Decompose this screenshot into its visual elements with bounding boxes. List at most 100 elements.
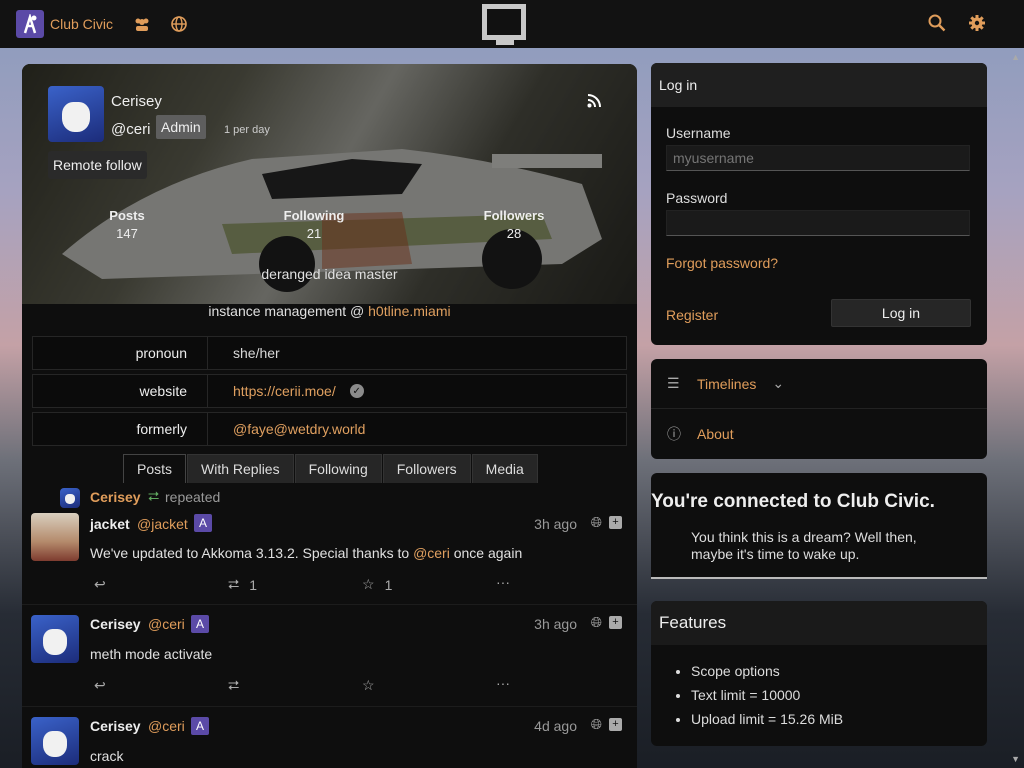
field-link[interactable]: @faye@wetdry.world	[233, 421, 365, 437]
reply-icon[interactable]: ↩	[94, 576, 106, 593]
favorite-button[interactable]: ☆ 1	[362, 576, 392, 593]
profile-display-name[interactable]: Cerisey	[111, 93, 162, 110]
users-icon[interactable]	[133, 17, 151, 31]
repeat-icon: ⮂	[148, 488, 160, 504]
password-input[interactable]	[666, 210, 970, 236]
expand-icon[interactable]: +	[609, 516, 622, 529]
chevron-down-icon: ⌄	[772, 375, 785, 391]
stat-label: Following	[283, 208, 345, 223]
password-label: Password	[666, 190, 728, 206]
instance-logo-icon[interactable]	[480, 2, 528, 46]
site-name-link[interactable]: Club Civic	[50, 16, 113, 32]
scroll-up-icon[interactable]: ▲	[1011, 52, 1020, 62]
post-author-name[interactable]: Cerisey	[90, 616, 141, 632]
username-input[interactable]	[666, 145, 970, 171]
info-icon: ⓘ	[667, 426, 681, 442]
post-item[interactable]: Cerisey @ceri A 4d ago 🌐︎ + crack	[22, 708, 637, 768]
top-bar: Club Civic	[0, 0, 1024, 48]
user-profile-panel: Cerisey @ceri Admin 1 per day Remote fol…	[22, 64, 637, 768]
repeat-icon: ⮂	[228, 576, 240, 592]
post-time[interactable]: 4d ago	[534, 718, 577, 734]
bio-link[interactable]: h0tline.miami	[368, 303, 450, 319]
feature-item: Upload limit = 15.26 MiB	[691, 707, 987, 731]
search-icon[interactable]	[928, 14, 946, 32]
rss-icon[interactable]	[587, 94, 601, 111]
stat-value: 147	[116, 226, 138, 241]
profile-avatar[interactable]	[48, 86, 104, 142]
tab-following[interactable]: Following	[294, 454, 382, 483]
forgot-password-link[interactable]: Forgot password?	[666, 255, 778, 271]
verified-check-icon: ✓	[349, 384, 364, 398]
post-author-handle[interactable]: @ceri	[148, 718, 185, 734]
stat-followers[interactable]: Followers 28	[469, 208, 559, 241]
features-panel: Features Scope options Text limit = 1000…	[651, 601, 987, 746]
site-logo[interactable]	[16, 10, 44, 38]
post-author-handle[interactable]: @jacket	[137, 516, 188, 532]
post-avatar[interactable]	[31, 717, 79, 765]
profile-field: website https://cerii.moe/ ✓	[32, 374, 627, 408]
akkoma-logo-icon	[23, 14, 37, 34]
mention-link[interactable]: @ceri	[413, 545, 450, 561]
visibility-globe-icon: 🌐︎	[590, 614, 602, 630]
nav-timelines-label: Timelines	[697, 375, 757, 392]
star-icon: ☆	[362, 576, 375, 592]
post-time[interactable]: 3h ago	[534, 516, 577, 532]
field-name: pronoun	[33, 337, 208, 369]
stat-following[interactable]: Following 21	[269, 208, 359, 241]
login-panel: Log in Username Password Forgot password…	[651, 63, 987, 345]
feature-item: Text limit = 10000	[691, 683, 987, 707]
repeater-avatar[interactable]	[60, 488, 80, 508]
nav-about-label: About	[697, 426, 734, 442]
expand-icon[interactable]: +	[609, 616, 622, 629]
visibility-globe-icon: 🌐︎	[590, 716, 602, 732]
repeat-text: repeated	[165, 489, 221, 505]
post-avatar[interactable]	[31, 615, 79, 663]
repeater-name[interactable]: Cerisey	[90, 489, 141, 505]
stat-posts[interactable]: Posts 147	[82, 208, 172, 241]
post-item[interactable]: Cerisey ⮂ repeated jacket @jacket A 3h a…	[22, 484, 637, 605]
tab-posts[interactable]: Posts	[123, 454, 187, 483]
post-content: crack	[90, 748, 124, 764]
login-title: Log in	[651, 63, 987, 107]
nav-about[interactable]: ⓘ About	[651, 409, 987, 459]
post-author-name[interactable]: jacket	[90, 516, 130, 532]
login-button[interactable]: Log in	[831, 299, 971, 327]
post-author-name[interactable]: Cerisey	[90, 718, 141, 734]
bot-badge-icon: A	[191, 717, 209, 735]
repeat-button[interactable]: ⮂ 1	[228, 576, 257, 593]
tab-followers[interactable]: Followers	[382, 454, 471, 483]
post-author-handle[interactable]: @ceri	[148, 616, 185, 632]
list-icon: ☰	[667, 375, 680, 391]
more-options-icon[interactable]: ···	[496, 675, 510, 691]
page-scrollbar[interactable]: ▲ ▼	[1006, 48, 1024, 768]
expand-icon[interactable]: +	[609, 718, 622, 731]
post-item[interactable]: Cerisey @ceri A 3h ago 🌐︎ + meth mode ac…	[22, 606, 637, 707]
features-list: Scope options Text limit = 10000 Upload …	[651, 645, 987, 731]
post-content: We've updated to Akkoma 3.13.2. Special …	[90, 545, 523, 561]
scroll-down-icon[interactable]: ▼	[1011, 754, 1020, 764]
instance-description: You think this is a dream? Well then, ma…	[691, 529, 917, 562]
field-value: she/her	[233, 345, 280, 361]
profile-handle[interactable]: @ceri	[111, 121, 150, 138]
username-label: Username	[666, 125, 731, 141]
remote-follow-button[interactable]: Remote follow	[48, 151, 147, 179]
repeat-icon[interactable]: ⮂	[228, 677, 239, 694]
stat-label: Posts	[109, 208, 145, 223]
stat-value: 21	[306, 226, 322, 241]
post-time[interactable]: 3h ago	[534, 616, 577, 632]
star-icon[interactable]: ☆	[362, 677, 375, 694]
nav-timelines[interactable]: ☰ Timelines ⌄	[651, 359, 987, 409]
register-link[interactable]: Register	[666, 307, 718, 323]
field-link[interactable]: https://cerii.moe/	[233, 383, 336, 399]
more-options-icon[interactable]: ···	[496, 574, 510, 590]
tab-with-replies[interactable]: With Replies	[187, 454, 294, 483]
instance-panel: You're connected to Club Civic. You thin…	[651, 473, 987, 579]
globe-icon[interactable]	[171, 16, 187, 32]
reply-icon[interactable]: ↩	[94, 677, 106, 694]
gear-icon[interactable]	[968, 14, 986, 32]
features-title: Features	[651, 601, 987, 645]
post-avatar[interactable]	[31, 513, 79, 561]
posting-rate: 1 per day	[224, 124, 270, 136]
bio-line: deranged idea master	[261, 266, 398, 282]
tab-media[interactable]: Media	[471, 454, 538, 483]
